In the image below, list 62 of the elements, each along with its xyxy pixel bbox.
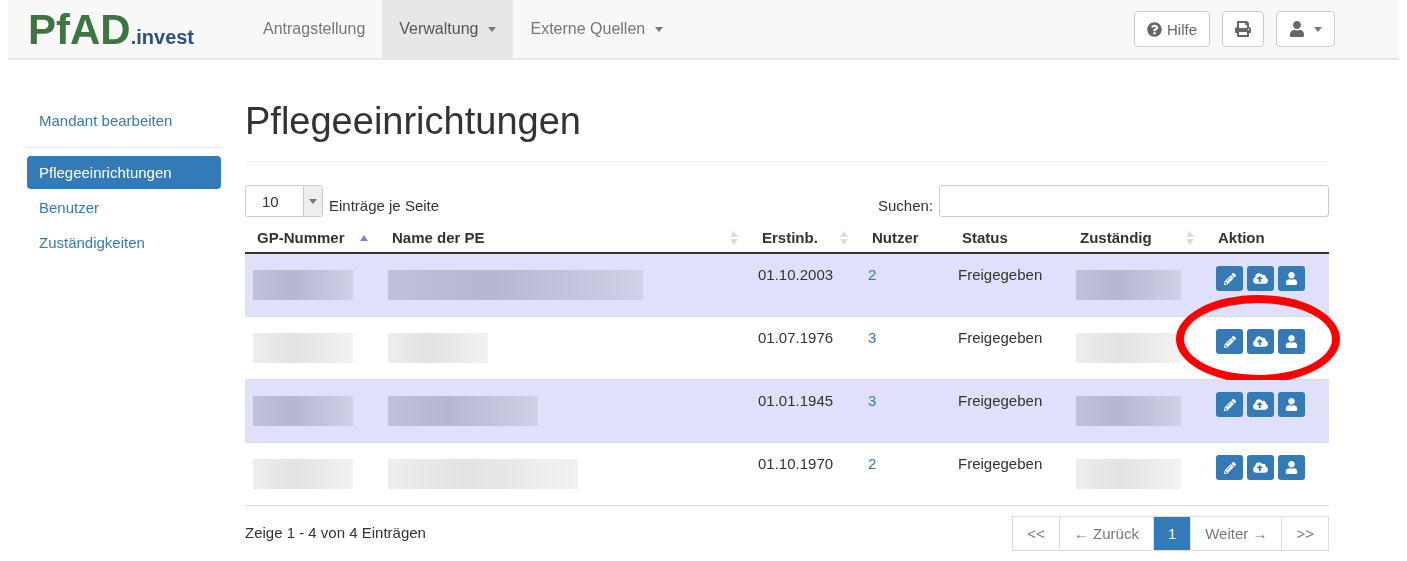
print-button[interactable] <box>1222 11 1264 47</box>
pagination-link[interactable]: << <box>1012 516 1060 551</box>
user-icon <box>1285 335 1298 348</box>
table-info: Zeige 1 - 4 von 4 Einträgen <box>245 523 426 541</box>
sidebar-item[interactable]: Mandant bearbeiten <box>27 104 221 137</box>
search-label: Suchen: <box>877 195 933 214</box>
table-cell: 01.10.1970 <box>758 455 834 472</box>
nav-menu-item[interactable]: Verwaltung <box>382 0 514 58</box>
page-title: Pflegeeinrichtungen <box>245 100 1329 162</box>
upload-button[interactable] <box>1247 266 1274 291</box>
pagination-link[interactable]: ← Zurück <box>1058 516 1154 551</box>
help-button[interactable]: Hilfe <box>1134 11 1210 47</box>
cloud-upload-icon <box>1253 460 1268 475</box>
pencil-icon <box>1223 272 1236 285</box>
cloud-upload-icon <box>1253 271 1268 286</box>
sidebar-item[interactable]: Pflegeeinrichtungen <box>27 156 221 189</box>
pencil-icon <box>1223 398 1236 411</box>
logo: PfAD.invest <box>27 5 196 55</box>
table-cell: 01.01.1945 <box>758 392 834 409</box>
user-button[interactable] <box>1278 455 1305 480</box>
cloud-upload-icon <box>1253 397 1268 412</box>
user-button[interactable] <box>1278 392 1305 417</box>
page-size-label: Einträge je Seite <box>329 195 440 214</box>
printer-icon <box>1235 21 1251 37</box>
question-icon <box>1147 21 1162 37</box>
user-icon <box>1285 461 1298 474</box>
edit-button[interactable] <box>1216 455 1243 480</box>
table-cell: Freigegeben <box>958 455 1043 472</box>
user-button[interactable] <box>1278 266 1305 291</box>
sidebar-item[interactable]: Zuständigkeiten <box>27 226 221 259</box>
table-cell: Freigegeben <box>958 392 1043 409</box>
pencil-icon <box>1223 461 1236 474</box>
upload-button[interactable] <box>1247 392 1274 417</box>
table-cell: 01.07.1976 <box>758 329 834 346</box>
user-icon <box>1289 21 1305 37</box>
nav-menu-item[interactable]: Externe Quellen <box>513 0 681 58</box>
edit-button[interactable] <box>1216 392 1243 417</box>
edit-button[interactable] <box>1216 266 1243 291</box>
table-cell: Freigegeben <box>958 266 1043 283</box>
user-count-link[interactable]: 2 <box>868 266 877 283</box>
user-icon <box>1285 272 1298 285</box>
pagination-link[interactable]: >> <box>1281 516 1329 551</box>
upload-button[interactable] <box>1247 329 1274 354</box>
sidebar-item[interactable]: Benutzer <box>27 191 221 224</box>
search-field[interactable] <box>939 185 1329 217</box>
pencil-icon <box>1223 335 1236 348</box>
table-cell: 01.10.2003 <box>758 266 834 283</box>
table-cell: Freigegeben <box>958 329 1043 346</box>
pagination-link[interactable]: Weiter → <box>1190 516 1283 551</box>
caret-icon <box>1314 26 1322 32</box>
user-count-link[interactable]: 3 <box>868 392 877 409</box>
user-button[interactable] <box>1278 329 1305 354</box>
user-count-link[interactable]: 2 <box>868 455 877 472</box>
page-size-select[interactable]: 10 <box>245 185 323 217</box>
cloud-upload-icon <box>1253 334 1268 349</box>
user-menu-button[interactable] <box>1276 11 1335 47</box>
user-count-link[interactable]: 3 <box>868 329 877 346</box>
edit-button[interactable] <box>1216 329 1243 354</box>
nav-menu-item[interactable]: Antragstellung <box>246 0 383 58</box>
upload-button[interactable] <box>1247 455 1274 480</box>
caret-icon <box>309 198 317 204</box>
user-icon <box>1285 398 1298 411</box>
